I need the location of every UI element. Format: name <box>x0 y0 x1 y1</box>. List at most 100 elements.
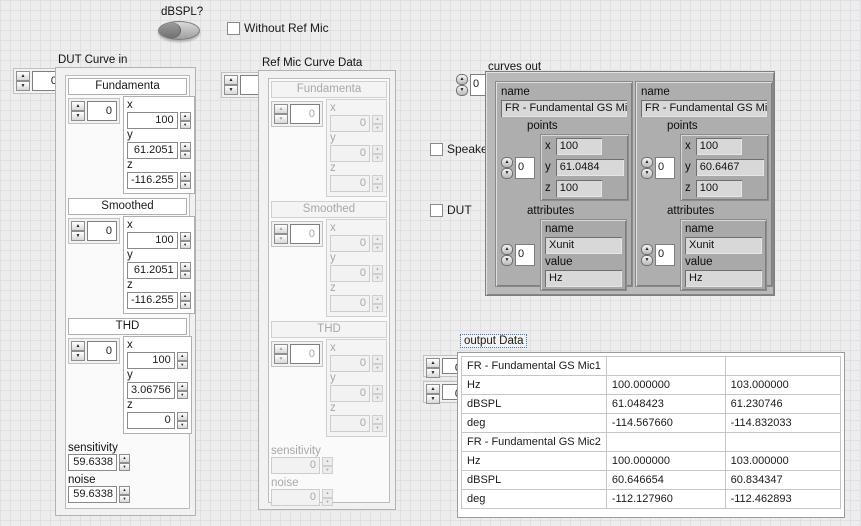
table-row: FR - Fundamental GS Mic1 <box>462 357 841 376</box>
increment-icon[interactable]: ▲ <box>426 358 440 368</box>
point-z-indicator: 100 <box>556 180 602 197</box>
dut-thd-x[interactable]: 100▲▼ <box>127 352 188 369</box>
dbspl-toggle-label: dBSPL? <box>161 6 203 18</box>
ref-section-header-thd: THD <box>271 321 387 338</box>
dut-smoothed-x[interactable]: 100▲▼ <box>127 232 191 249</box>
index-value[interactable]: 0 <box>515 157 535 179</box>
increment-icon[interactable]: ▲ <box>641 244 653 255</box>
increment-icon[interactable]: ▲ <box>177 352 188 361</box>
dut-cluster-inner: Fundamenta ▲▼ 0 x 100▲▼ y 61.2051▲▼ z -1… <box>65 75 190 509</box>
name-label: name <box>501 86 627 100</box>
decrement-icon[interactable]: ▼ <box>180 121 191 130</box>
dut-checkbox[interactable]: DUT <box>430 203 472 217</box>
table-cell: -114.832033 <box>725 414 840 433</box>
increment-icon[interactable]: ▲ <box>71 101 85 111</box>
ref-thd-index: ▲▼ 0 <box>271 341 323 367</box>
without-ref-mic-checkbox[interactable]: Without Ref Mic <box>227 21 329 35</box>
dut-fundamental-y[interactable]: 61.2051▲▼ <box>127 142 191 159</box>
decrement-icon[interactable]: ▼ <box>177 421 188 430</box>
decrement-icon[interactable]: ▼ <box>180 301 191 310</box>
decrement-icon[interactable]: ▼ <box>180 151 191 160</box>
index-value[interactable]: 0 <box>87 221 117 241</box>
increment-icon[interactable]: ▲ <box>119 454 130 463</box>
increment-icon[interactable]: ▲ <box>456 74 468 85</box>
points-index[interactable]: ▲▼ 0 <box>641 157 675 179</box>
checkbox-unchecked-icon[interactable] <box>430 204 443 217</box>
speaker-checkbox[interactable]: Speaker <box>430 142 492 156</box>
decrement-icon[interactable]: ▼ <box>180 181 191 190</box>
index-value[interactable]: 0 <box>87 101 117 121</box>
ref-smoothed-z: 0▲▼ <box>330 295 383 312</box>
attributes-index[interactable]: ▲▼ 0 <box>641 244 675 266</box>
dut-curve-title: DUT Curve in <box>58 54 127 66</box>
decrement-icon[interactable]: ▼ <box>71 231 85 241</box>
decrement-icon[interactable]: ▼ <box>501 255 513 266</box>
attributes-index[interactable]: ▲▼ 0 <box>501 244 535 266</box>
increment-icon[interactable]: ▲ <box>224 75 238 85</box>
increment-icon[interactable]: ▲ <box>71 341 85 351</box>
table-cell: deg <box>462 414 607 433</box>
increment-icon[interactable]: ▲ <box>501 244 513 255</box>
decrement-icon[interactable]: ▼ <box>119 495 130 504</box>
decrement-icon[interactable]: ▼ <box>180 271 191 280</box>
dut-thd-y[interactable]: 3.06756▲▼ <box>127 382 188 399</box>
dut-thd-z[interactable]: 0▲▼ <box>127 412 188 429</box>
decrement-icon[interactable]: ▼ <box>119 463 130 472</box>
increment-icon[interactable]: ▲ <box>180 172 191 181</box>
increment-icon[interactable]: ▲ <box>177 412 188 421</box>
point-y-indicator: 61.0484 <box>556 159 624 176</box>
dut-noise[interactable]: 59.6338▲▼ <box>68 486 130 503</box>
decrement-icon[interactable]: ▼ <box>456 85 468 96</box>
increment-icon[interactable]: ▲ <box>71 221 85 231</box>
name-label: name <box>641 86 767 100</box>
decrement-icon[interactable]: ▼ <box>426 394 440 404</box>
z-label: z <box>330 162 383 175</box>
decrement-icon[interactable]: ▼ <box>71 111 85 121</box>
index-value[interactable]: 0 <box>87 341 117 361</box>
decrement-icon[interactable]: ▼ <box>641 168 653 179</box>
dut-smoothed-y[interactable]: 61.2051▲▼ <box>127 262 191 279</box>
decrement-icon: ▼ <box>372 364 383 373</box>
decrement-icon[interactable]: ▼ <box>426 368 440 378</box>
index-value[interactable]: 0 <box>655 244 675 266</box>
dut-thd-index[interactable]: ▲▼ 0 <box>68 338 120 364</box>
increment-icon[interactable]: ▲ <box>426 384 440 394</box>
dut-fundamental-index[interactable]: ▲▼ 0 <box>68 98 120 124</box>
checkbox-unchecked-icon[interactable] <box>430 143 443 156</box>
dut-smoothed-z[interactable]: -116.255▲▼ <box>127 292 191 309</box>
decrement-icon[interactable]: ▼ <box>177 361 188 370</box>
point-x-indicator: 100 <box>696 138 742 155</box>
increment-icon[interactable]: ▲ <box>16 71 30 81</box>
dut-fundamental-z[interactable]: -116.255▲▼ <box>127 172 191 189</box>
increment-icon[interactable]: ▲ <box>180 262 191 271</box>
increment-icon[interactable]: ▲ <box>180 292 191 301</box>
dbspl-toggle[interactable] <box>158 21 200 40</box>
dut-sensitivity[interactable]: 59.6338▲▼ <box>68 454 130 471</box>
index-value[interactable]: 0 <box>655 157 675 179</box>
decrement-icon: ▼ <box>372 424 383 433</box>
decrement-icon[interactable]: ▼ <box>641 255 653 266</box>
decrement-icon[interactable]: ▼ <box>71 351 85 361</box>
increment-icon[interactable]: ▲ <box>119 486 130 495</box>
increment-icon[interactable]: ▲ <box>501 157 513 168</box>
decrement-icon[interactable]: ▼ <box>180 241 191 250</box>
increment-icon[interactable]: ▲ <box>641 157 653 168</box>
points-index[interactable]: ▲▼ 0 <box>501 157 535 179</box>
dut-smoothed-index[interactable]: ▲▼ 0 <box>68 218 120 244</box>
dut-fundamental-x[interactable]: 100▲▼ <box>127 112 191 129</box>
attributes-label: attributes <box>527 205 627 219</box>
decrement-icon[interactable]: ▼ <box>16 81 30 91</box>
decrement-icon[interactable]: ▼ <box>177 391 188 400</box>
decrement-icon: ▼ <box>274 354 288 364</box>
increment-icon[interactable]: ▲ <box>177 382 188 391</box>
decrement-icon[interactable]: ▼ <box>224 85 238 95</box>
decrement-icon[interactable]: ▼ <box>501 168 513 179</box>
increment-icon[interactable]: ▲ <box>180 232 191 241</box>
z-label: z <box>127 399 188 412</box>
checkbox-unchecked-icon[interactable] <box>227 22 240 35</box>
increment-icon: ▲ <box>372 235 383 244</box>
index-value[interactable]: 0 <box>515 244 535 266</box>
increment-icon[interactable]: ▲ <box>180 142 191 151</box>
ref-fundamental-z: 0▲▼ <box>330 175 383 192</box>
increment-icon[interactable]: ▲ <box>180 112 191 121</box>
